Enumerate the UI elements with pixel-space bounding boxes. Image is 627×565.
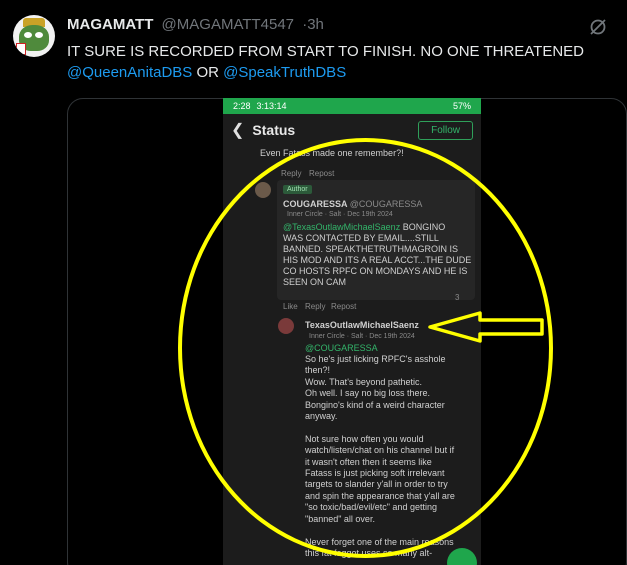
page-title: Status [252, 122, 296, 138]
annotation-arrow-icon [428, 311, 544, 343]
display-name[interactable]: MAGAMATT [67, 16, 153, 33]
tweet-text: IT SURE IS RECORDED FROM START TO FINISH… [67, 43, 585, 81]
shield-icon [16, 43, 26, 55]
back-arrow-icon: ❮ [231, 122, 245, 139]
annotation-circle [178, 138, 553, 558]
tweet-header: MAGAMATT @MAGAMATT4547 ·3h [67, 16, 324, 33]
tweet: MAGAMATT @MAGAMATT4547 ·3h IT SURE IS RE… [0, 0, 627, 565]
follow-button: Follow [418, 120, 473, 140]
timestamp[interactable]: 3h [307, 16, 324, 33]
user-handle[interactable]: @MAGAMATT4547 [162, 16, 294, 33]
mention-link[interactable]: @QueenAnitaDBS [67, 64, 192, 81]
avatar[interactable] [13, 15, 55, 57]
grok-slash-icon[interactable] [588, 17, 608, 37]
mention-link[interactable]: @SpeakTruthDBS [223, 64, 346, 81]
battery-indicator: 57% [452, 101, 471, 111]
phone-status-bar: 2:28 3:13:14 57% [223, 98, 481, 114]
